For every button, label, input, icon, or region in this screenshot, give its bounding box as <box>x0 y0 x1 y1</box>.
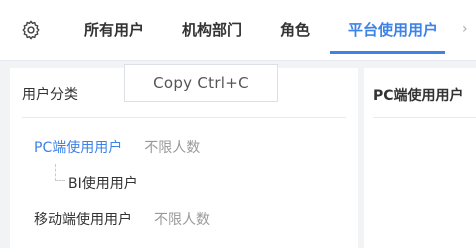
divider <box>373 117 476 118</box>
tree-item-label: 移动端使用用户 <box>34 212 132 228</box>
user-detail-panel: PC端使用用户 <box>364 68 476 248</box>
tree-item-mobile-users[interactable]: 移动端使用用户 不限人数 <box>34 209 210 229</box>
tree-item-pc-users[interactable]: PC端使用用户 不限人数 <box>34 137 200 157</box>
tab-platform-users[interactable]: 平台使用用户 <box>348 19 438 41</box>
tab-departments[interactable]: 机构部门 <box>182 19 242 41</box>
tree-connector <box>55 164 65 181</box>
copy-context-menu-item[interactable]: Copy Ctrl+C <box>124 64 278 102</box>
active-tab-indicator <box>330 51 445 54</box>
tab-all-users[interactable]: 所有用户 <box>84 19 144 41</box>
tree-item-bi-users[interactable]: BI使用用户 <box>68 173 138 193</box>
panel-title: PC端使用用户 <box>373 88 464 104</box>
gear-icon[interactable] <box>20 19 42 41</box>
tree-item-limit: 不限人数 <box>144 140 201 156</box>
divider <box>22 117 346 118</box>
tab-overflow-indicator: › <box>462 21 468 37</box>
tree-item-limit: 不限人数 <box>154 212 210 228</box>
tree-item-label: BI使用用户 <box>68 176 138 192</box>
panel-title: 用户分类 <box>22 87 78 103</box>
top-nav-bar: 所有用户 机构部门 角色 平台使用用户 › <box>0 0 476 61</box>
tab-roles[interactable]: 角色 <box>280 19 310 41</box>
tree-item-label: PC端使用用户 <box>34 140 123 156</box>
